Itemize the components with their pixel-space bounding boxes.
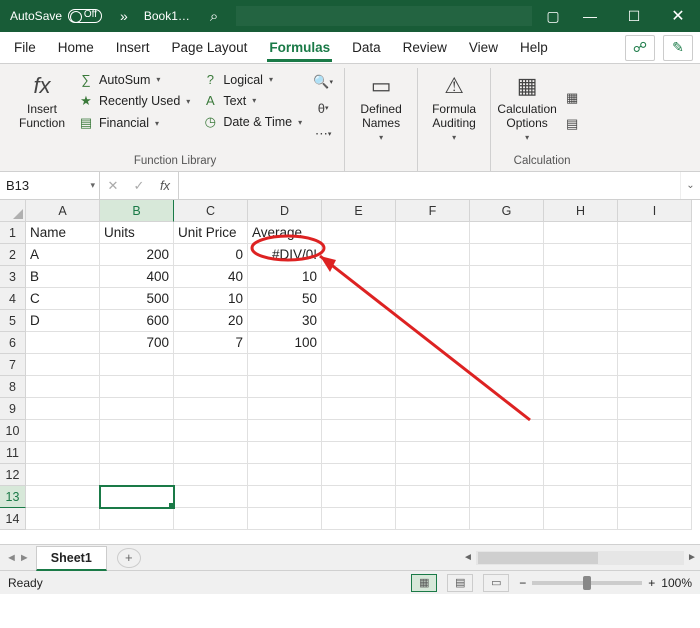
text-button[interactable]: AText▾ — [198, 91, 306, 110]
calc-sheet-button[interactable]: ▤ — [559, 112, 585, 136]
sheet-tab-bar: ◄► Sheet1 + ◄► — [0, 544, 700, 570]
maximize-button[interactable]: ☐ — [612, 0, 656, 32]
expand-formula-bar[interactable]: ⌄ — [680, 172, 700, 199]
insert-function-label: Insert Function — [12, 102, 72, 131]
spreadsheet-grid[interactable]: ABCDEFGHI1NameUnitsUnit PriceAverage2A20… — [0, 200, 700, 544]
defined-names-button[interactable]: ▭ Defined Names▾ — [351, 68, 411, 153]
share-button[interactable]: ☍ — [625, 35, 655, 61]
star-icon: ★ — [78, 93, 94, 109]
zoom-slider[interactable] — [532, 581, 642, 585]
status-bar: Ready ▦ ▤ ▭ − + 100% — [0, 570, 700, 594]
zoom-out-button[interactable]: − — [519, 576, 526, 590]
calculation-options-button[interactable]: ▦ Calculation Options▾ — [497, 68, 557, 153]
chevron-down-icon[interactable]: ▾ — [90, 180, 95, 191]
calc-now-button[interactable]: ▦ — [559, 86, 585, 110]
menu-tab-file[interactable]: File — [4, 34, 46, 61]
enter-edit-button[interactable]: ✓ — [126, 178, 152, 194]
document-title: Book1… — [136, 9, 198, 23]
formula-auditing-button[interactable]: ⚠ Formula Auditing▾ — [424, 68, 484, 153]
page-layout-view-button[interactable]: ▤ — [447, 574, 473, 592]
status-text: Ready — [8, 576, 43, 590]
menu-tab-formulas[interactable]: Formulas — [259, 34, 340, 61]
name-box[interactable]: B13 ▾ — [0, 172, 100, 199]
menu-tab-page-layout[interactable]: Page Layout — [162, 34, 258, 61]
cancel-edit-button[interactable]: ✕ — [100, 178, 126, 194]
add-sheet-button[interactable]: + — [117, 548, 141, 568]
search-icon[interactable]: ⌕ — [198, 8, 230, 25]
ribbon-display-icon[interactable]: ▢ — [538, 0, 568, 32]
recently-used-button[interactable]: ★Recently Used▾ — [74, 91, 194, 111]
menu-tab-insert[interactable]: Insert — [106, 34, 160, 61]
text-icon: A — [202, 93, 218, 108]
ribbon: fx Insert Function ∑AutoSum▾ ★Recently U… — [0, 64, 700, 172]
financial-button[interactable]: ▤Financial▾ — [74, 113, 194, 133]
date-time-button[interactable]: ◷Date & Time▾ — [198, 112, 306, 132]
zoom-control[interactable]: − + 100% — [519, 576, 692, 590]
formula-bar: B13 ▾ ✕ ✓ fx ⌄ — [0, 172, 700, 200]
zoom-level: 100% — [661, 576, 692, 590]
close-button[interactable]: ✕ — [656, 0, 700, 32]
toggle-switch[interactable]: Off — [68, 9, 102, 23]
autosave-toggle[interactable]: AutoSave Off — [0, 9, 112, 23]
autosave-label: AutoSave — [10, 9, 62, 23]
page-break-view-button[interactable]: ▭ — [483, 574, 509, 592]
auditing-icon: ⚠ — [444, 72, 464, 100]
more-functions-button[interactable]: ⋯▾ — [310, 122, 336, 146]
horizontal-scrollbar[interactable]: ◄► — [460, 550, 700, 566]
sigma-icon: ∑ — [78, 72, 94, 87]
zoom-in-button[interactable]: + — [648, 576, 655, 590]
title-bar: AutoSave Off » Book1… ⌕ ▢ — ☐ ✕ — [0, 0, 700, 32]
minimize-button[interactable]: — — [568, 0, 612, 32]
name-manager-icon: ▭ — [371, 72, 392, 100]
comments-button[interactable]: ✎ — [663, 35, 693, 61]
annotation-overlay — [0, 200, 700, 544]
logical-button[interactable]: ?Logical▾ — [198, 70, 306, 89]
menu-tab-review[interactable]: Review — [393, 34, 457, 61]
normal-view-button[interactable]: ▦ — [411, 574, 437, 592]
menu-tab-home[interactable]: Home — [48, 34, 104, 61]
lookup-ref-button[interactable]: 🔍▾ — [310, 70, 336, 94]
sheet-nav[interactable]: ◄► — [0, 552, 36, 564]
math-trig-button[interactable]: θ▾ — [310, 96, 336, 120]
group-label-calculation: Calculation — [497, 153, 587, 171]
qat-overflow-icon[interactable]: » — [112, 8, 136, 24]
calculator-icon: ▦ — [517, 72, 538, 100]
formula-input[interactable] — [179, 172, 680, 199]
menu-tab-view[interactable]: View — [459, 34, 508, 61]
fx-icon: fx — [33, 72, 50, 100]
title-blank — [236, 6, 532, 26]
menu-tabs: FileHomeInsertPage LayoutFormulasDataRev… — [0, 32, 700, 64]
clock-icon: ◷ — [202, 114, 218, 130]
autosum-button[interactable]: ∑AutoSum▾ — [74, 70, 194, 89]
fx-button[interactable]: fx — [152, 178, 178, 193]
money-icon: ▤ — [78, 115, 94, 131]
insert-function-button[interactable]: fx Insert Function — [12, 68, 72, 153]
menu-tab-data[interactable]: Data — [342, 34, 391, 61]
menu-tab-help[interactable]: Help — [510, 34, 558, 61]
group-label-function-library: Function Library — [12, 153, 338, 171]
sheet-tab-active[interactable]: Sheet1 — [36, 546, 107, 571]
logical-icon: ? — [202, 72, 218, 87]
